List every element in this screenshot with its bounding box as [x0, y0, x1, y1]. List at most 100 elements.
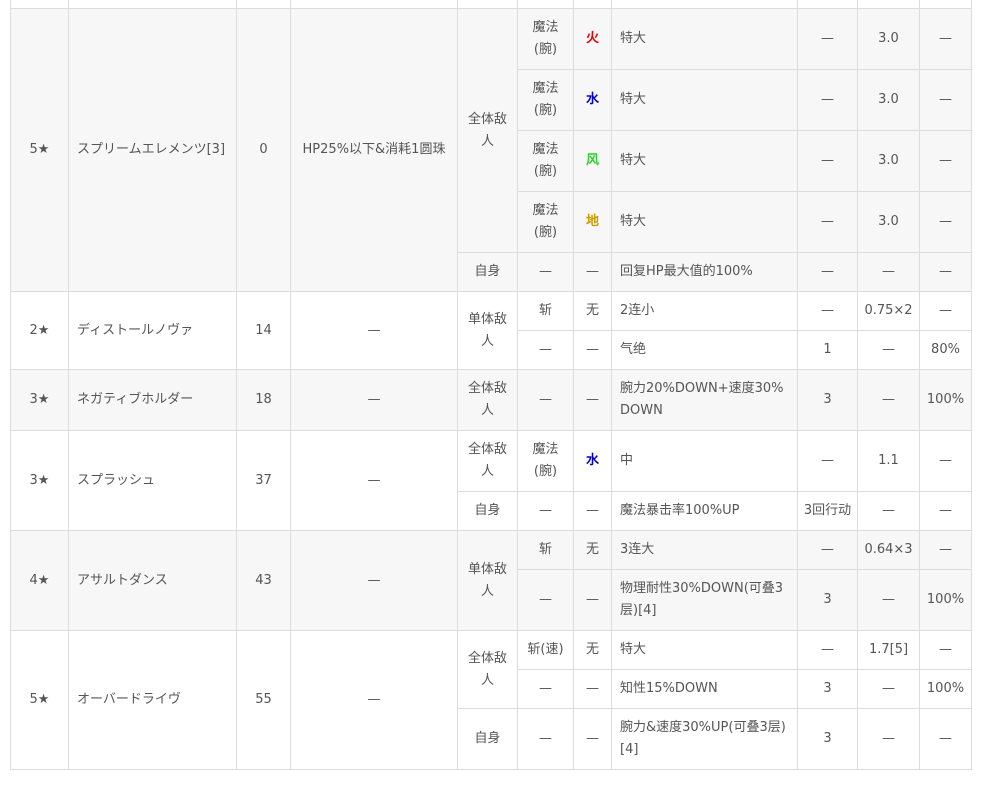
effect-cell: 腕力&速度30%UP(可叠3层)[4] — [611, 708, 798, 770]
attack-type-cell: 魔法(腕) — [517, 191, 574, 253]
element-cell: — — [573, 252, 612, 292]
effect-cell: 魔法暴击率100%UP — [611, 491, 798, 531]
hit-rate-cell: — — [919, 191, 972, 253]
effect-cell: 3连大 — [611, 530, 798, 570]
element-cell: 火 — [573, 8, 612, 70]
multiplier-cell: 1.1 — [857, 430, 920, 492]
multiplier-cell: 0.75×2 — [857, 291, 920, 331]
target-cell: 单体敌人 — [457, 530, 518, 631]
attack-type-cell: 斩 — [517, 530, 574, 570]
element-cell: 水 — [573, 69, 612, 131]
effect-cell: 中 — [611, 430, 798, 492]
duration-cell: 3 — [797, 569, 858, 631]
rarity-cell: 4★ — [10, 530, 69, 631]
multiplier-cell: 3.0 — [857, 130, 920, 192]
target-cell: 全体敌人 — [457, 430, 518, 492]
multiplier-cell: 3.0 — [857, 69, 920, 131]
table-row: 2★ ディストールノヴァ 14— 单体敌人斩无 2连小 —0.75×2— — [10, 291, 972, 370]
attack-type-cell: — — [517, 491, 574, 531]
duration-cell: — — [797, 191, 858, 253]
skill-name-cell: スプラッシュ — [68, 430, 237, 531]
duration-cell: — — [797, 630, 858, 670]
duration-cell: — — [797, 69, 858, 131]
hit-rate-cell: — — [919, 708, 972, 770]
hit-rate-cell: — — [919, 630, 972, 670]
effect-cell: 2连小 — [611, 291, 798, 331]
attack-type-cell: — — [517, 569, 574, 631]
attack-type-cell: 魔法(腕) — [517, 69, 574, 131]
target-cell: 自身 — [457, 708, 518, 770]
partial-row — [10, 0, 972, 9]
hit-rate-cell: — — [919, 530, 972, 570]
condition-cell: — — [290, 630, 458, 770]
number-cell: 14 — [236, 291, 291, 370]
rarity-cell: 5★ — [10, 630, 69, 770]
condition-cell: — — [290, 430, 458, 531]
skill-name-cell: ディストールノヴァ — [68, 291, 237, 370]
table-row: 3★ スプラッシュ 37— 全体敌人 魔法(腕) 水中 —1.1— — [10, 430, 972, 531]
multiplier-cell: — — [857, 252, 920, 292]
target-cell: 全体敌人 — [457, 8, 518, 253]
attack-type-cell: — — [517, 669, 574, 709]
attack-type-cell: 魔法(腕) — [517, 130, 574, 192]
hit-rate-cell: — — [919, 491, 972, 531]
hit-rate-cell: — — [919, 430, 972, 492]
skill-name-cell: アサルトダンス — [68, 530, 237, 631]
element-cell: 风 — [573, 130, 612, 192]
number-cell: 37 — [236, 430, 291, 531]
element-cell: — — [573, 708, 612, 770]
effect-cell: 回复HP最大值的100% — [611, 252, 798, 292]
element-cell: 无 — [573, 530, 612, 570]
element-cell: — — [573, 669, 612, 709]
hit-rate-cell: — — [919, 69, 972, 131]
number-cell: 43 — [236, 530, 291, 631]
target-cell: 全体敌人 — [457, 630, 518, 709]
attack-type-cell: — — [517, 708, 574, 770]
rarity-cell: 3★ — [10, 430, 69, 531]
duration-cell: 1 — [797, 330, 858, 370]
condition-cell: — — [290, 291, 458, 370]
element-cell: 无 — [573, 291, 612, 331]
duration-cell: — — [797, 130, 858, 192]
multiplier-cell: 3.0 — [857, 8, 920, 70]
condition-cell: — — [290, 369, 458, 431]
effect-cell: 特大 — [611, 630, 798, 670]
skill-name-cell: ネガティブホルダー — [68, 369, 237, 431]
multiplier-cell: 1.7[5] — [857, 630, 920, 670]
element-cell: 无 — [573, 630, 612, 670]
element-cell: 水 — [573, 430, 612, 492]
element-cell: — — [573, 330, 612, 370]
attack-type-cell: — — [517, 252, 574, 292]
hit-rate-cell: — — [919, 8, 972, 70]
rarity-cell: 5★ — [10, 8, 69, 292]
multiplier-cell: — — [857, 491, 920, 531]
element-cell: — — [573, 491, 612, 531]
attack-type-cell: 魔法(腕) — [517, 430, 574, 492]
multiplier-cell: 0.64×3 — [857, 530, 920, 570]
target-cell: 全体敌人 — [457, 369, 518, 431]
attack-type-cell: 斩(速) — [517, 630, 574, 670]
target-cell: 单体敌人 — [457, 291, 518, 370]
effect-cell: 特大 — [611, 191, 798, 253]
duration-cell: — — [797, 291, 858, 331]
effect-cell: 知性15%DOWN — [611, 669, 798, 709]
element-cell: — — [573, 569, 612, 631]
table-row: 4★ アサルトダンス 43— 单体敌人斩无 3连大 —0.64×3— — [10, 530, 972, 631]
multiplier-cell: 3.0 — [857, 191, 920, 253]
number-cell: 18 — [236, 369, 291, 431]
rarity-cell: 3★ — [10, 369, 69, 431]
duration-cell: — — [797, 430, 858, 492]
multiplier-cell: — — [857, 369, 920, 431]
duration-cell: 3 — [797, 708, 858, 770]
number-cell: 0 — [236, 8, 291, 292]
target-cell: 自身 — [457, 491, 518, 531]
effect-cell: 气绝 — [611, 330, 798, 370]
duration-cell: 3回行动 — [797, 491, 858, 531]
effect-cell: 特大 — [611, 130, 798, 192]
multiplier-cell: — — [857, 669, 920, 709]
hit-rate-cell: 80% — [919, 330, 972, 370]
multiplier-cell: — — [857, 330, 920, 370]
table-row: 5★ スプリームエレメンツ[3] 0 HP25%以下&消耗1圆珠 全体敌人 魔法(腕) 火特… — [10, 8, 972, 292]
attack-type-cell: — — [517, 369, 574, 431]
hit-rate-cell: — — [919, 291, 972, 331]
